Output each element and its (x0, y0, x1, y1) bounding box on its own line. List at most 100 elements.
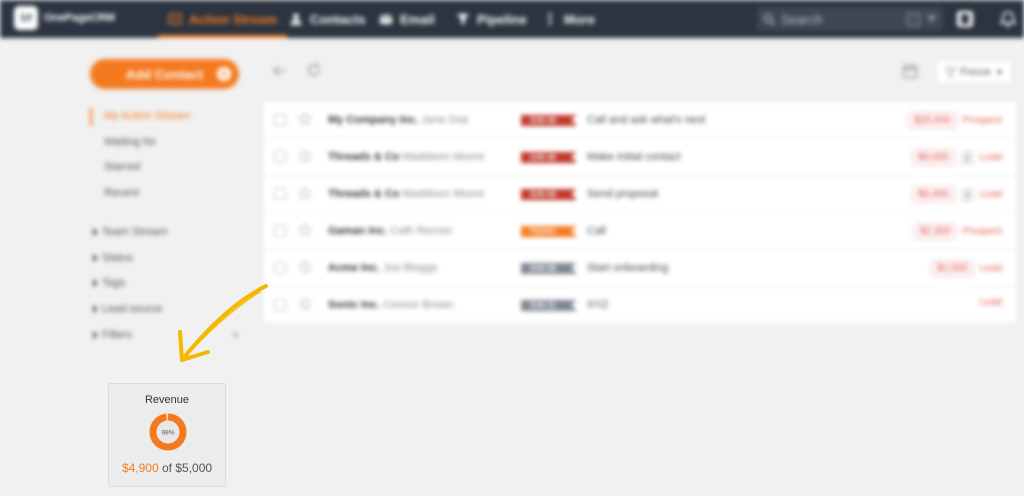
notification-bell-icon[interactable] (998, 9, 1018, 29)
focus-dropdown[interactable]: Focus ▼ (936, 60, 1012, 84)
row-checkbox[interactable] (274, 225, 286, 237)
search-box: / (757, 7, 943, 31)
back-arrow-icon[interactable] (272, 64, 288, 78)
expand-triangle-icon (93, 305, 98, 313)
row-company[interactable]: Sonic Inc. Connor Brown (328, 299, 453, 311)
row-company[interactable]: Threads & Co Maddison Moore (328, 151, 484, 163)
contact-status: Prospect (962, 115, 1002, 126)
contact-person: Cath Renner (390, 225, 453, 237)
nav-item-pipeline[interactable]: Pipeline (456, 0, 527, 38)
nav-item-more[interactable]: More (543, 0, 595, 38)
sidebar-link-my-action-stream[interactable]: My Action Stream (104, 110, 190, 122)
star-icon[interactable] (298, 186, 312, 200)
row-meta: Lead (980, 297, 1002, 308)
contact-person: Maddison Moore (402, 188, 485, 200)
sidebar-link-starred[interactable]: Starred (104, 161, 140, 173)
row-checkbox[interactable] (274, 299, 286, 311)
date-label: JUN 06 (529, 190, 557, 199)
sidebar-group-status[interactable]: Status (93, 252, 133, 264)
expand-triangle-icon (93, 279, 98, 287)
row-checkbox[interactable] (274, 262, 286, 274)
deal-amount-badge: $2,300 (913, 223, 957, 240)
contact-person: Joe Bloggs (382, 262, 438, 274)
star-icon[interactable] (298, 112, 312, 126)
row-action-text[interactable]: Call and ask what's next (587, 114, 705, 126)
group-label: Status (102, 252, 134, 264)
sidebar-group-filters[interactable]: Filters (93, 329, 132, 341)
nav-item-action-stream[interactable]: Action Stream (157, 0, 288, 38)
contact-card-icon[interactable] (955, 9, 975, 29)
action-row[interactable]: Gaman Inc. Cath Renner TODAY Call $2,300 P… (264, 213, 1016, 250)
sidebar-group-lead-source[interactable]: Lead source (93, 303, 163, 315)
refresh-icon[interactable] (307, 63, 321, 77)
revenue-widget[interactable]: Revenue 98% $4,900 of $5,000 (108, 383, 226, 487)
row-meta: $6,000 2 Lead (912, 149, 1002, 166)
star-icon[interactable] (298, 297, 312, 311)
contact-status: Lead (979, 263, 1002, 274)
search-filter-icon[interactable] (926, 13, 937, 25)
date-label: TODAY (529, 227, 557, 236)
row-company[interactable]: Acme Inc. Joe Bloggs (328, 262, 437, 274)
nav-item-contacts[interactable]: Contacts (289, 0, 366, 38)
action-row[interactable]: Sonic Inc. Connor Brown JUN 11 XYZ Lead (264, 287, 1016, 324)
action-row[interactable]: Threads & Co Maddison Moore JUN 06 Make i… (264, 139, 1016, 176)
row-action-text[interactable]: Make initial contact (587, 151, 681, 163)
star-icon[interactable] (298, 149, 312, 163)
calendar-icon[interactable] (902, 63, 918, 79)
row-action-text[interactable]: Send proposal (587, 188, 658, 200)
row-checkbox[interactable] (274, 151, 286, 163)
revenue-values: $4,900 of $5,000 (109, 461, 225, 475)
logo[interactable]: 1# OnePageCRM (14, 6, 115, 30)
group-label: Filters (102, 329, 132, 341)
deal-count-badge: 2 (960, 187, 974, 202)
sidebar-group-team-stream[interactable]: Team Stream (93, 226, 167, 238)
search-icon (763, 13, 775, 25)
nav-item-label: More (564, 11, 596, 27)
row-company[interactable]: My Company Inc. Jane Doe (328, 114, 469, 126)
date-label: JUN 08 (529, 264, 557, 273)
sidebar-link-waiting-for[interactable]: Waiting for (104, 136, 156, 148)
revenue-current: $4,900 (121, 461, 159, 475)
date-label: JUN 06 (529, 116, 557, 125)
annotation-arrow-icon (178, 284, 268, 362)
sidebar-group-tags[interactable]: Tags (93, 277, 125, 289)
row-checkbox[interactable] (274, 188, 286, 200)
row-meta: $1,500 Lead (931, 260, 1002, 277)
nav-item-email[interactable]: Email (379, 0, 435, 38)
contact-status: Prospect (962, 226, 1002, 237)
company-name: Gaman Inc. (328, 225, 388, 237)
deal-amount-badge: $6,000 (912, 149, 955, 166)
row-date-tag: JUN 08 (521, 263, 577, 274)
sidebar-link-recent[interactable]: Recent (104, 187, 139, 199)
action-row[interactable]: Threads & Co Maddison Moore JUN 06 Send p… (264, 176, 1016, 213)
action-list: My Company Inc. Jane Doe JUN 06 Call and … (264, 102, 1016, 324)
search-shortcut-key: / (907, 12, 920, 26)
row-checkbox[interactable] (274, 114, 286, 126)
add-contact-button[interactable]: Add Contact + (90, 59, 239, 89)
nav-item-label: Action Stream (189, 11, 278, 27)
contact-person: Connor Brown (382, 299, 454, 311)
row-action-text[interactable]: XYZ (587, 299, 608, 311)
row-date-tag: JUN 06 (521, 189, 577, 200)
action-row[interactable]: My Company Inc. Jane Doe JUN 06 Call and … (264, 102, 1016, 139)
row-action-text[interactable]: Start onboarding (587, 262, 668, 274)
nav-item-label: Contacts (310, 11, 366, 27)
deal-count-badge: 2 (960, 150, 974, 165)
focus-label: Focus (960, 66, 991, 78)
row-action-text[interactable]: Call (587, 225, 606, 237)
row-date-tag: JUN 06 (521, 115, 577, 126)
company-name: Threads & Co (328, 151, 400, 163)
row-company[interactable]: Threads & Co Maddison Moore (328, 188, 484, 200)
star-icon[interactable] (298, 260, 312, 274)
contact-status: Lead (979, 189, 1002, 200)
search-input[interactable] (781, 11, 902, 27)
star-icon[interactable] (298, 223, 312, 237)
row-company[interactable]: Gaman Inc. Cath Renner (328, 225, 453, 237)
revenue-progress-donut: 98% (149, 413, 187, 451)
more-icon (548, 13, 552, 25)
chevron-down-icon: ▼ (995, 67, 1004, 77)
row-date-tag: JUN 06 (521, 152, 577, 163)
revenue-percent-label: 98% (161, 430, 174, 437)
action-stream-icon (168, 13, 182, 25)
action-row[interactable]: Acme Inc. Joe Bloggs JUN 08 Start onboard… (264, 250, 1016, 287)
